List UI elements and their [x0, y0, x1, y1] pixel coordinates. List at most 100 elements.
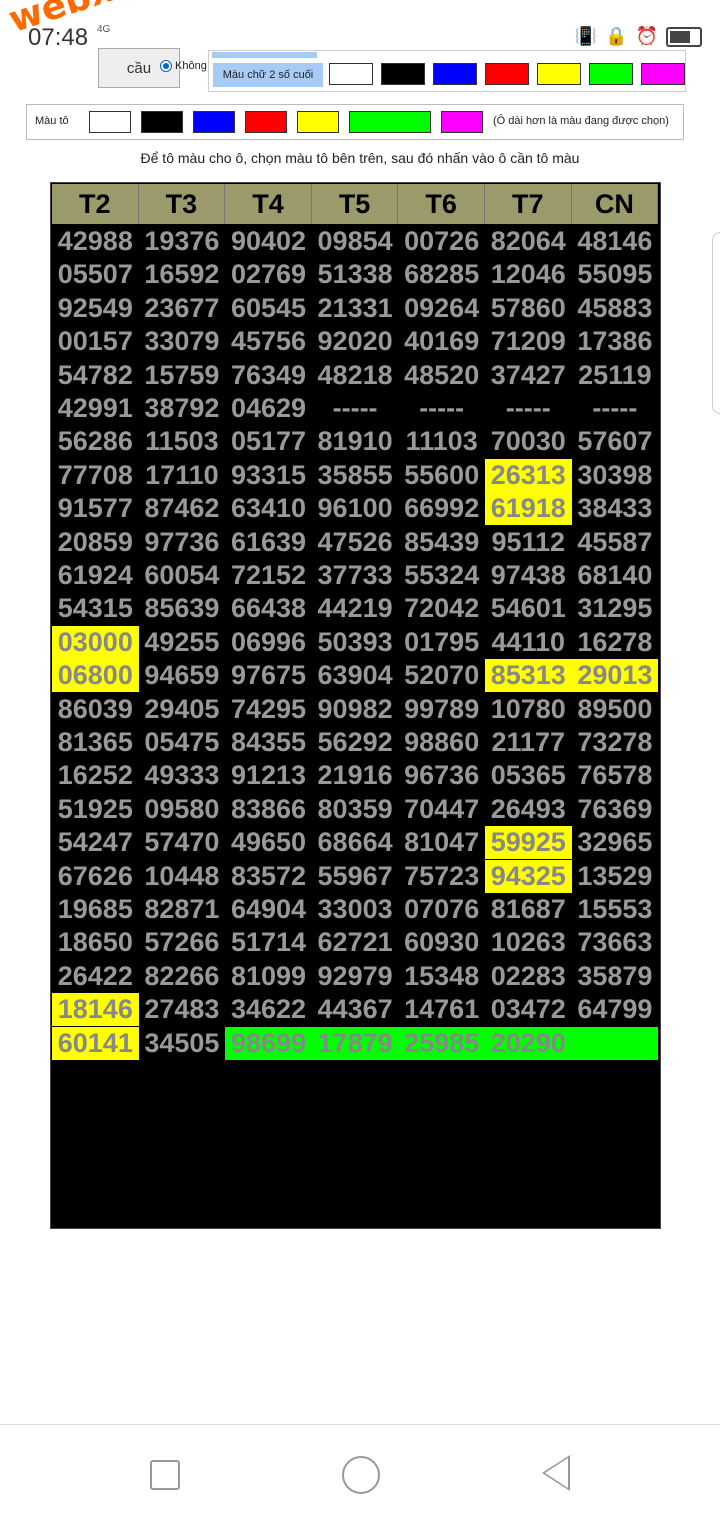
table-cell[interactable]: 95112 — [485, 526, 572, 559]
table-cell[interactable]: 34505 — [139, 1027, 226, 1060]
table-cell[interactable]: 56286 — [52, 425, 139, 458]
fill-swatch[interactable] — [141, 111, 183, 133]
table-cell[interactable]: 73663 — [572, 926, 659, 959]
table-cell[interactable]: 25985 — [398, 1026, 485, 1060]
table-cell[interactable]: 15553 — [572, 893, 659, 926]
table-cell[interactable]: 96736 — [398, 759, 485, 792]
table-cell[interactable]: 89500 — [572, 693, 659, 726]
table-cell[interactable]: 61639 — [225, 526, 312, 559]
table-cell[interactable]: 61918 — [484, 492, 572, 526]
table-cell[interactable]: 97438 — [485, 559, 572, 592]
table-cell[interactable]: 37733 — [312, 559, 399, 592]
table-cell[interactable]: 70447 — [398, 793, 485, 826]
table-cell[interactable]: 76578 — [572, 759, 659, 792]
table-cell[interactable]: 51714 — [225, 926, 312, 959]
table-cell[interactable]: 09580 — [139, 793, 226, 826]
table-cell[interactable]: 16278 — [572, 626, 659, 659]
table-cell[interactable]: 57266 — [139, 926, 226, 959]
table-cell[interactable]: 17110 — [139, 459, 226, 492]
table-cell[interactable]: 50393 — [312, 626, 399, 659]
table-cell[interactable]: 98860 — [398, 726, 485, 759]
table-cell[interactable]: 55324 — [398, 559, 485, 592]
table-cell[interactable]: 21177 — [485, 726, 572, 759]
table-cell[interactable]: 83866 — [225, 793, 312, 826]
table-cell[interactable]: 38792 — [139, 392, 226, 425]
table-cell[interactable]: 31295 — [572, 592, 659, 625]
table-cell[interactable]: 42988 — [52, 225, 139, 258]
table-cell[interactable]: 14761 — [398, 993, 485, 1026]
table-cell[interactable]: 85639 — [139, 592, 226, 625]
table-cell[interactable]: 11103 — [398, 425, 485, 458]
last2-swatch[interactable] — [589, 63, 633, 85]
table-cell[interactable]: 49650 — [225, 826, 312, 859]
table-cell[interactable]: 81365 — [52, 726, 139, 759]
table-cell[interactable]: 18650 — [52, 926, 139, 959]
table-cell[interactable]: 57607 — [572, 425, 659, 458]
table-cell[interactable]: 52070 — [398, 659, 485, 692]
table-cell[interactable]: 63410 — [225, 492, 312, 525]
table-cell[interactable]: 48218 — [312, 359, 399, 392]
table-cell[interactable]: 68285 — [398, 258, 485, 291]
table-cell[interactable]: 19685 — [52, 893, 139, 926]
radio-none[interactable]: Không — [160, 60, 207, 72]
table-cell[interactable]: 74295 — [225, 693, 312, 726]
table-cell[interactable]: 37427 — [485, 359, 572, 392]
table-cell[interactable]: 55600 — [398, 459, 485, 492]
table-cell[interactable]: 72042 — [398, 592, 485, 625]
table-cell[interactable]: 29013 — [571, 659, 659, 693]
table-cell[interactable]: 90982 — [312, 693, 399, 726]
table-cell[interactable]: 49255 — [139, 626, 226, 659]
table-cell[interactable]: 44110 — [485, 626, 572, 659]
table-cell[interactable]: 77708 — [52, 459, 139, 492]
table-cell[interactable]: 92020 — [312, 325, 399, 358]
table-cell[interactable]: ----- — [312, 392, 399, 425]
table-cell[interactable]: 44219 — [312, 592, 399, 625]
table-cell[interactable]: 04629 — [225, 392, 312, 425]
table-cell[interactable]: 59925 — [484, 826, 572, 860]
table-cell[interactable]: 82064 — [485, 225, 572, 258]
table-cell[interactable]: 44367 — [312, 993, 399, 1026]
table-cell[interactable]: ----- — [398, 392, 485, 425]
table-cell[interactable]: 26493 — [485, 793, 572, 826]
last2-swatch[interactable] — [537, 63, 581, 85]
table-cell[interactable]: 86039 — [52, 693, 139, 726]
table-cell[interactable]: 75723 — [398, 860, 485, 893]
table-cell[interactable]: 57860 — [485, 292, 572, 325]
table-cell[interactable]: 97675 — [225, 659, 312, 692]
table-cell[interactable]: 54782 — [52, 359, 139, 392]
table-cell[interactable]: 76349 — [225, 359, 312, 392]
table-cell[interactable]: 21916 — [312, 759, 399, 792]
table-cell[interactable]: 47526 — [312, 526, 399, 559]
table-cell[interactable]: 03000 — [52, 625, 139, 659]
table-cell[interactable]: 12046 — [485, 258, 572, 291]
table-cell[interactable]: 07076 — [398, 893, 485, 926]
table-cell[interactable]: 67626 — [52, 860, 139, 893]
table-cell[interactable]: 92549 — [52, 292, 139, 325]
recent-apps-icon[interactable] — [150, 1460, 180, 1490]
table-cell[interactable]: 71209 — [485, 325, 572, 358]
table-cell[interactable]: 81687 — [485, 893, 572, 926]
table-cell[interactable]: 11503 — [139, 425, 226, 458]
table-cell[interactable]: 23677 — [139, 292, 226, 325]
scroll-handle[interactable] — [712, 232, 720, 414]
table-cell[interactable]: 55095 — [572, 258, 659, 291]
table-cell[interactable]: 91577 — [52, 492, 139, 525]
radio-icon[interactable] — [160, 60, 172, 72]
table-cell[interactable]: 91213 — [225, 759, 312, 792]
table-cell[interactable]: 76369 — [572, 793, 659, 826]
table-cell[interactable]: 38433 — [572, 492, 659, 525]
table-cell[interactable]: 02769 — [225, 258, 312, 291]
table-cell[interactable]: 68140 — [572, 559, 659, 592]
table-cell[interactable]: 85313 — [484, 659, 572, 693]
table-cell[interactable]: 05507 — [52, 258, 139, 291]
table-cell[interactable]: 10263 — [485, 926, 572, 959]
table-cell[interactable]: 70030 — [485, 425, 572, 458]
table-cell[interactable]: 60141 — [52, 1026, 139, 1060]
table-cell[interactable]: 20859 — [52, 526, 139, 559]
table-cell[interactable]: 29405 — [139, 693, 226, 726]
table-cell[interactable]: 17879 — [311, 1026, 399, 1060]
table-cell[interactable]: 35879 — [572, 960, 659, 993]
table-cell[interactable]: 05475 — [139, 726, 226, 759]
table-cell[interactable]: 48520 — [398, 359, 485, 392]
table-cell[interactable]: 01795 — [398, 626, 485, 659]
